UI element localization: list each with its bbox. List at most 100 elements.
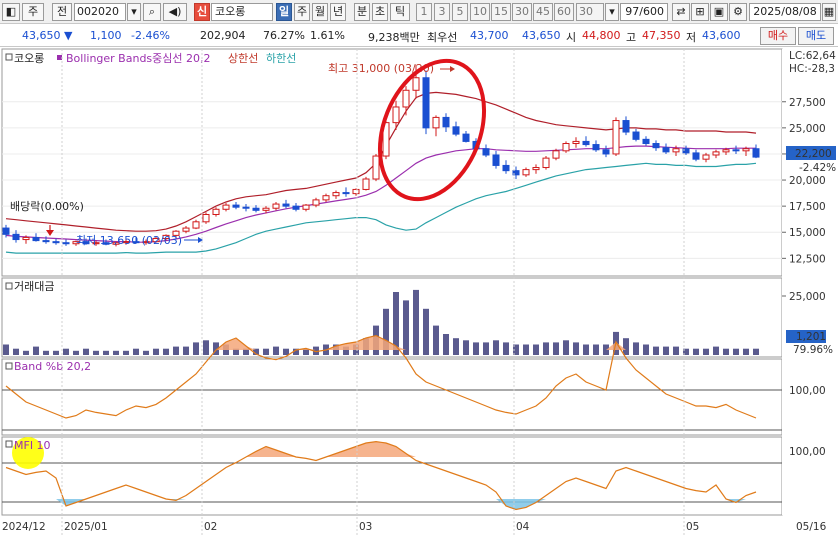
candle-body (562, 143, 570, 152)
interval-1[interactable]: 1 (416, 3, 432, 21)
mfi-legend: MFI 10 (14, 439, 51, 452)
stock-name-field[interactable]: 코오롱 (211, 3, 273, 21)
candle-body (542, 157, 550, 169)
candle-body (702, 154, 710, 160)
price-tick-label: 15,000 (789, 227, 826, 239)
speaker-icon[interactable]: ◀) (163, 3, 187, 21)
candle-body (2, 227, 10, 235)
period-minute-tab[interactable]: 분 (354, 3, 370, 21)
trading-value-bar (453, 338, 459, 355)
tv-current-value: 1,201 (796, 331, 826, 343)
pctb-legend-toggle-icon[interactable] (5, 362, 13, 370)
tv-legend: 거래대금 (14, 280, 54, 293)
candle-body (482, 148, 490, 156)
period-tick-tab[interactable]: 틱 (390, 3, 410, 21)
trading-value-bar (533, 344, 539, 355)
search-icon[interactable]: ⌕ (143, 3, 161, 21)
candle-body (432, 116, 440, 129)
trading-value-bar (433, 325, 439, 355)
interval-dropdown-icon[interactable]: ▾ (605, 3, 619, 21)
candle-body (632, 131, 640, 140)
candle-body (492, 154, 500, 166)
x-label-04: 04 (516, 521, 530, 533)
candle-body (242, 206, 250, 209)
legend-bb-mid: Bollinger Bands중심선 20,2 (66, 52, 211, 65)
candle-body (312, 199, 320, 206)
legend-stock: 코오롱 (14, 52, 44, 65)
window-menu-icon[interactable]: ◧ (2, 3, 20, 21)
period-year-tab[interactable]: 년 (330, 3, 346, 21)
candle-body (622, 120, 630, 133)
trading-amount: 9,238백만 (368, 31, 420, 44)
date-field[interactable]: 2025/08/08 (749, 3, 821, 21)
candle-body (552, 150, 560, 159)
market-selector[interactable]: 주 (22, 3, 44, 21)
custom-interval-input[interactable]: 30 (576, 3, 604, 21)
data-count-field[interactable]: 97/600 (620, 3, 668, 21)
period-day-tab[interactable]: 일 (276, 3, 292, 21)
trading-value-bar (643, 344, 649, 355)
candle-body (222, 204, 230, 210)
interval-10[interactable]: 10 (470, 3, 490, 21)
mfi-legend-toggle-icon[interactable] (5, 440, 13, 448)
interval-60[interactable]: 60 (554, 3, 574, 21)
period-month-tab[interactable]: 월 (312, 3, 328, 21)
trading-value-bar (13, 348, 19, 355)
stock-dropdown-icon[interactable]: ▾ (127, 3, 141, 21)
grid-icon[interactable]: ⊞ (691, 3, 709, 21)
interval-30[interactable]: 30 (512, 3, 532, 21)
interval-45[interactable]: 45 (533, 3, 553, 21)
candle-body (752, 148, 760, 158)
legend-toggle-icon[interactable] (5, 53, 13, 61)
x-label-05: 05 (686, 521, 699, 533)
candle-body (572, 140, 580, 145)
gear-icon[interactable]: ⚙ (729, 3, 747, 21)
trading-value-bar (93, 350, 99, 355)
x-label-03: 03 (359, 521, 372, 533)
trading-value-bar (83, 348, 89, 355)
candle-body (722, 149, 730, 153)
period-second-tab[interactable]: 초 (372, 3, 388, 21)
trading-value-bar (63, 348, 69, 355)
trading-value-bar (443, 334, 449, 355)
candle-body (192, 221, 200, 229)
trading-value-bar (483, 342, 489, 355)
save-icon[interactable]: ▣ (710, 3, 728, 21)
tv-legend-toggle-icon[interactable] (5, 282, 13, 290)
candle-body (452, 126, 460, 135)
down-arrow-icon: ▼ (64, 29, 73, 42)
config-icon[interactable]: ⇄ (672, 3, 690, 21)
chart-toolbar: ◧ 주 전 002020 ▾ ⌕ ◀) 신 코오롱 일 주 월 년 분 초 틱 … (0, 0, 838, 24)
candle-body (212, 208, 220, 215)
candle-body (532, 167, 540, 171)
interval-3[interactable]: 3 (434, 3, 450, 21)
trading-value-bar (473, 342, 479, 355)
dividend-annotation: 배당락(0.00%) (10, 200, 84, 213)
sell-button[interactable]: 매도 (798, 27, 834, 45)
candle-body (662, 147, 670, 153)
candle-body (502, 164, 510, 172)
trading-value-bar (703, 348, 709, 355)
calendar-icon[interactable]: ▦ (822, 3, 836, 21)
candle-body (422, 77, 430, 129)
period-week-tab[interactable]: 주 (294, 3, 310, 21)
low-annotation: 최저 13,650 (02/03) (76, 234, 182, 247)
interval-5[interactable]: 5 (452, 3, 468, 21)
trading-value-bar (743, 348, 749, 355)
x-label-02: 02 (204, 521, 217, 533)
prev-stock-button[interactable]: 전 (52, 3, 72, 21)
candle-body (672, 148, 680, 153)
candle-body (392, 106, 400, 124)
trading-value-bar (123, 350, 129, 355)
best-bid: 43,650 (522, 29, 561, 42)
new-badge: 신 (194, 3, 210, 21)
candle-body (62, 242, 70, 245)
candle-body (412, 77, 420, 91)
interval-15[interactable]: 15 (491, 3, 511, 21)
trading-value-bar (283, 348, 289, 355)
stock-chart[interactable]: 27,50025,00022,50020,00017,50015,00012,5… (0, 48, 838, 535)
tv-current-pct: 79.96% (793, 344, 833, 356)
x-label-2024-12: 2024/12 (2, 521, 46, 533)
stock-code-input[interactable]: 002020 (74, 3, 126, 21)
buy-button[interactable]: 매수 (760, 27, 796, 45)
